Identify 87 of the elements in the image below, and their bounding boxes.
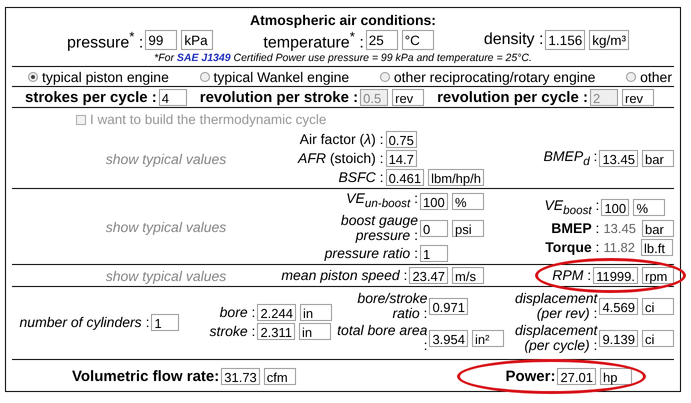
unit-field[interactable]: in xyxy=(300,304,332,322)
unit-field[interactable]: ci xyxy=(642,330,674,347)
typical-values-link[interactable]: show typical values xyxy=(46,268,226,284)
field-label: Power: xyxy=(505,369,556,384)
value-field[interactable]: 0.971 xyxy=(429,298,468,315)
field-label: Torque : xyxy=(544,240,600,255)
value-field[interactable]: 1 xyxy=(420,245,448,262)
unit-field[interactable]: psi xyxy=(452,220,484,237)
radio-label[interactable]: other reciprocating/rotary engine xyxy=(394,69,596,86)
unit-field[interactable]: % xyxy=(633,199,666,216)
field-label: revolution per stroke : xyxy=(200,90,360,106)
field-label: temperature$^{*}$ : xyxy=(263,29,365,50)
value-field[interactable]: 2.244 xyxy=(257,304,296,322)
field-label: Air factor (λ) : xyxy=(298,132,385,148)
radio-button[interactable] xyxy=(200,72,210,82)
field-label: displacement (per rev) : xyxy=(514,291,599,322)
unit-field[interactable]: % xyxy=(452,192,484,210)
field-label: bore : xyxy=(218,305,256,320)
unit-field[interactable]: kPa xyxy=(181,30,214,50)
value-field[interactable]: 23.47 xyxy=(409,267,448,284)
unit-field[interactable]: rev xyxy=(392,89,424,106)
note-text: *For SAE J1349 Certified Power use pressure = 99 kPa and temperature = 25°C. xyxy=(154,52,532,64)
field-label: Volumetric flow rate: xyxy=(72,369,220,384)
unit-field[interactable]: lbm/hp/h xyxy=(428,169,484,186)
field-label: RPM : xyxy=(552,268,592,284)
value-field[interactable]: 1.156 xyxy=(545,30,586,50)
field-label: BMEP : xyxy=(550,220,600,236)
value-field[interactable]: 1 xyxy=(151,314,180,331)
unit-field[interactable]: rpm xyxy=(642,267,674,284)
unit-field[interactable]: rev xyxy=(622,89,654,106)
unit-field[interactable]: hp xyxy=(600,368,632,386)
field-label: pressure$^{*}$ : xyxy=(67,29,144,50)
typical-values-link[interactable]: show typical values xyxy=(46,150,226,167)
value-field[interactable]: 11999. xyxy=(593,267,638,284)
standard-link[interactable]: SAE J1349 xyxy=(176,52,231,64)
field-label: AFR (stoich) : xyxy=(298,151,385,166)
radio-label[interactable]: other xyxy=(640,69,672,86)
unit-field[interactable]: in² xyxy=(472,330,504,347)
radio-button[interactable] xyxy=(28,72,38,82)
radio-button[interactable] xyxy=(626,72,636,82)
value-field[interactable]: 99 xyxy=(145,30,178,50)
unit-field[interactable]: lb.ft xyxy=(641,238,674,256)
value-field[interactable]: 4 xyxy=(158,89,187,106)
field-label: total bore area : xyxy=(336,323,428,354)
field-label: stroke : xyxy=(210,324,256,340)
value-field[interactable]: 14.7 xyxy=(386,150,417,168)
unit-field[interactable]: kg/m³ xyxy=(589,30,629,50)
field-label: BMEP$_{d}$ : xyxy=(544,148,598,169)
value-field[interactable]: 27.01 xyxy=(557,368,596,386)
unit-field[interactable]: bar xyxy=(642,150,674,168)
value-field[interactable]: 3.954 xyxy=(429,330,468,347)
value-field[interactable]: 25 xyxy=(366,30,398,50)
unit-field[interactable]: cfm xyxy=(264,368,296,386)
value-field[interactable]: 0.75 xyxy=(386,131,417,148)
unit-field[interactable]: in xyxy=(299,323,332,340)
radio-button[interactable] xyxy=(380,72,390,82)
value-field[interactable]: 100 xyxy=(601,199,630,216)
field-label: bore/stroke ratio : xyxy=(356,291,428,322)
field-label: density : xyxy=(484,32,544,48)
field-label: pressure ratio : xyxy=(323,246,419,262)
unit-field[interactable]: ci xyxy=(642,298,674,315)
value-field[interactable]: 13.45 xyxy=(599,150,638,168)
typical-values-link[interactable]: show typical values xyxy=(46,218,226,235)
value-field[interactable]: 0 xyxy=(420,220,448,237)
field-label: number of cylinders : xyxy=(20,314,150,330)
unit-field[interactable]: m/s xyxy=(452,267,484,284)
value-field[interactable]: 2.311 xyxy=(257,323,296,340)
value-field[interactable]: 9.139 xyxy=(599,330,638,347)
radio-label[interactable]: typical piston engine xyxy=(42,69,169,86)
unit-field[interactable]: bar xyxy=(642,220,674,237)
value-field[interactable]: 31.73 xyxy=(221,368,260,386)
field-label: mean piston speed : xyxy=(281,268,408,284)
field-label: BSFC : xyxy=(337,170,385,186)
radio-label[interactable]: typical Wankel engine xyxy=(214,69,350,86)
field-label: VE$_{boost}$ : xyxy=(544,198,600,218)
value-text: 11.82 xyxy=(602,240,636,255)
field-label: boost gauge pressure : xyxy=(340,213,419,244)
value-field[interactable]: 4.569 xyxy=(599,298,638,315)
value-field[interactable]: 0.461 xyxy=(386,169,424,186)
field-label: VE$_{un-boost}$ : xyxy=(345,191,419,212)
value-field[interactable]: 100 xyxy=(420,192,448,210)
section-title: Atmospheric air conditions: xyxy=(250,12,436,28)
value-text: 13.45 xyxy=(602,220,637,236)
field-label: revolution per cycle : xyxy=(437,90,589,106)
field-label: strokes per cycle : xyxy=(25,90,158,106)
field-label: displacement (per cycle) : xyxy=(514,323,599,354)
unit-field[interactable]: °C xyxy=(402,30,434,50)
